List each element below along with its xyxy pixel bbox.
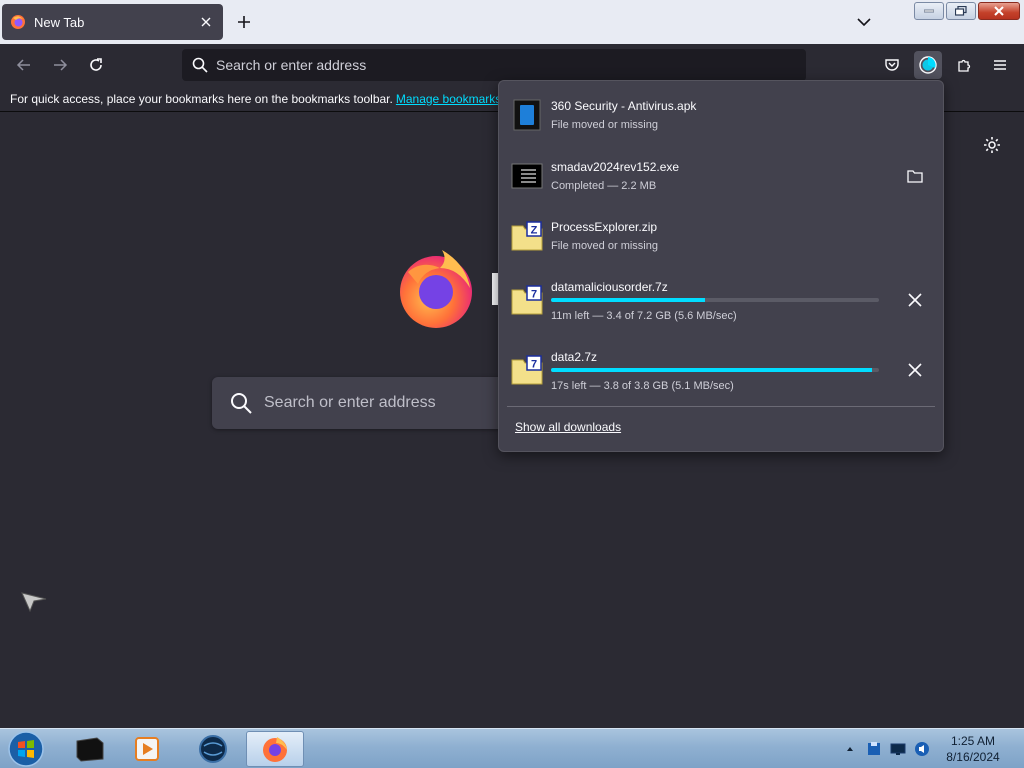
tray-security-icon-button[interactable] [866,741,882,757]
gear-icon [984,137,1000,153]
7z-file-icon: 7 [511,285,543,315]
terminal-icon [76,737,104,762]
taskbar-app-terminal[interactable] [60,731,118,767]
firefox-icon [263,737,287,762]
speaker-icon [915,742,929,756]
puzzle-icon [958,59,971,72]
search-icon [231,393,252,414]
taskbar: 1:25 AM 8/16/2024 [0,728,1024,768]
taskbar-app-firefox[interactable] [246,731,304,767]
tab-new-tab[interactable]: New Tab [2,4,223,40]
svg-text:7: 7 [531,289,537,301]
panel-separator [507,406,935,407]
reload-button[interactable] [82,51,110,79]
hamburger-icon [994,60,1006,70]
url-bar[interactable] [182,49,806,81]
reload-icon [90,58,102,71]
cancel-icon [908,293,922,307]
close-window-button[interactable] [978,2,1020,20]
chevron-up-icon [847,747,853,751]
show-hidden-icons-button[interactable] [842,741,858,757]
url-input[interactable] [216,57,776,73]
download-progress-bar [551,368,879,372]
download-status: File moved or missing [551,119,658,131]
app-menu-button[interactable] [986,51,1014,79]
window-controls [914,2,1020,20]
download-filename: ProcessExplorer.zip [551,220,658,234]
back-button[interactable] [10,51,38,79]
zip-file-icon: Z [511,221,543,251]
extensions-button[interactable] [950,51,978,79]
download-filename: data2.7z [551,350,598,364]
pocket-button[interactable] [878,51,906,79]
taskbar-clock[interactable]: 1:25 AM 8/16/2024 [936,733,1010,765]
clock-time: 1:25 AM [950,734,996,748]
download-item[interactable]: Z ProcessExplorer.zip File moved or miss… [499,206,943,266]
download-progress-icon [919,56,937,74]
tab-title: New Tab [34,14,85,30]
taskbar-app-media-player[interactable] [118,731,176,767]
clock-date: 8/16/2024 [946,750,1000,764]
tray-volume-button[interactable] [914,741,930,757]
downloads-panel: 360 Security - Antivirus.apk File moved … [498,80,944,452]
show-in-folder-button[interactable] [903,164,927,188]
tab-strip: New Tab [0,0,1024,44]
download-progress-fill [551,298,706,302]
minimize-icon [924,9,934,13]
forward-button[interactable] [46,51,74,79]
mouse-pointer-icon [21,592,47,613]
new-tab-button[interactable] [232,10,256,34]
download-status: Completed — 2.2 MB [551,180,657,192]
download-item[interactable]: smadav2024rev152.exe Completed — 2.2 MB [499,146,943,206]
download-progress-fill [551,368,873,372]
show-all-downloads-button[interactable]: Show all downloads [515,420,621,434]
download-filename: datamaliciousorder.7z [551,280,668,294]
firefox-icon [11,15,25,29]
download-status: File moved or missing [551,240,658,252]
7z-file-icon: 7 [511,355,543,385]
security-tray-icon [868,742,880,755]
download-item[interactable]: 7 data2.7z 17s left — 3.8 of 3.8 GB (5.1… [499,336,943,396]
downloads-button[interactable] [914,51,942,79]
minimize-button[interactable] [914,2,944,20]
svg-text:7: 7 [531,359,537,371]
bookmarks-message: For quick access, place your bookmarks h… [10,91,393,106]
network-monitor-icon [890,743,906,755]
svg-text:Z: Z [531,225,538,237]
media-player-icon [135,737,159,761]
download-progress-bar [551,298,879,302]
download-status: 11m left — 3.4 of 7.2 GB (5.6 MB/sec) [551,310,737,322]
restore-button[interactable] [946,2,976,20]
system-tray [842,729,930,768]
apk-file-icon [513,99,541,131]
list-all-tabs-button[interactable] [852,10,876,34]
download-item[interactable]: 360 Security - Antivirus.apk File moved … [499,85,943,145]
download-item[interactable]: 7 datamaliciousorder.7z 11m left — 3.4 o… [499,266,943,326]
pocket-icon [885,59,899,71]
start-button[interactable] [4,730,48,768]
globe-icon [199,735,227,763]
firefox-logo [400,250,472,328]
download-filename: smadav2024rev152.exe [551,160,680,174]
close-icon [994,6,1004,16]
cancel-download-button[interactable] [903,358,927,382]
folder-icon [907,170,923,183]
manage-bookmarks-link[interactable]: Manage bookmarks… [396,92,513,106]
personalize-button[interactable] [980,133,1004,157]
cancel-icon [908,363,922,377]
back-arrow-icon [16,59,30,71]
cancel-download-button[interactable] [903,288,927,312]
tray-network-button[interactable] [890,741,906,757]
chevron-down-icon [857,18,871,27]
forward-arrow-icon [54,59,68,71]
close-tab-icon[interactable] [197,13,215,31]
restore-icon [955,6,967,16]
download-filename: 360 Security - Antivirus.apk [551,99,697,113]
exe-file-icon [511,163,543,189]
plus-icon [238,16,250,28]
search-icon [192,57,208,73]
windows-orb-icon [8,731,44,767]
download-status: 17s left — 3.8 of 3.8 GB (5.1 MB/sec) [551,380,734,392]
taskbar-app-globe[interactable] [184,731,242,767]
